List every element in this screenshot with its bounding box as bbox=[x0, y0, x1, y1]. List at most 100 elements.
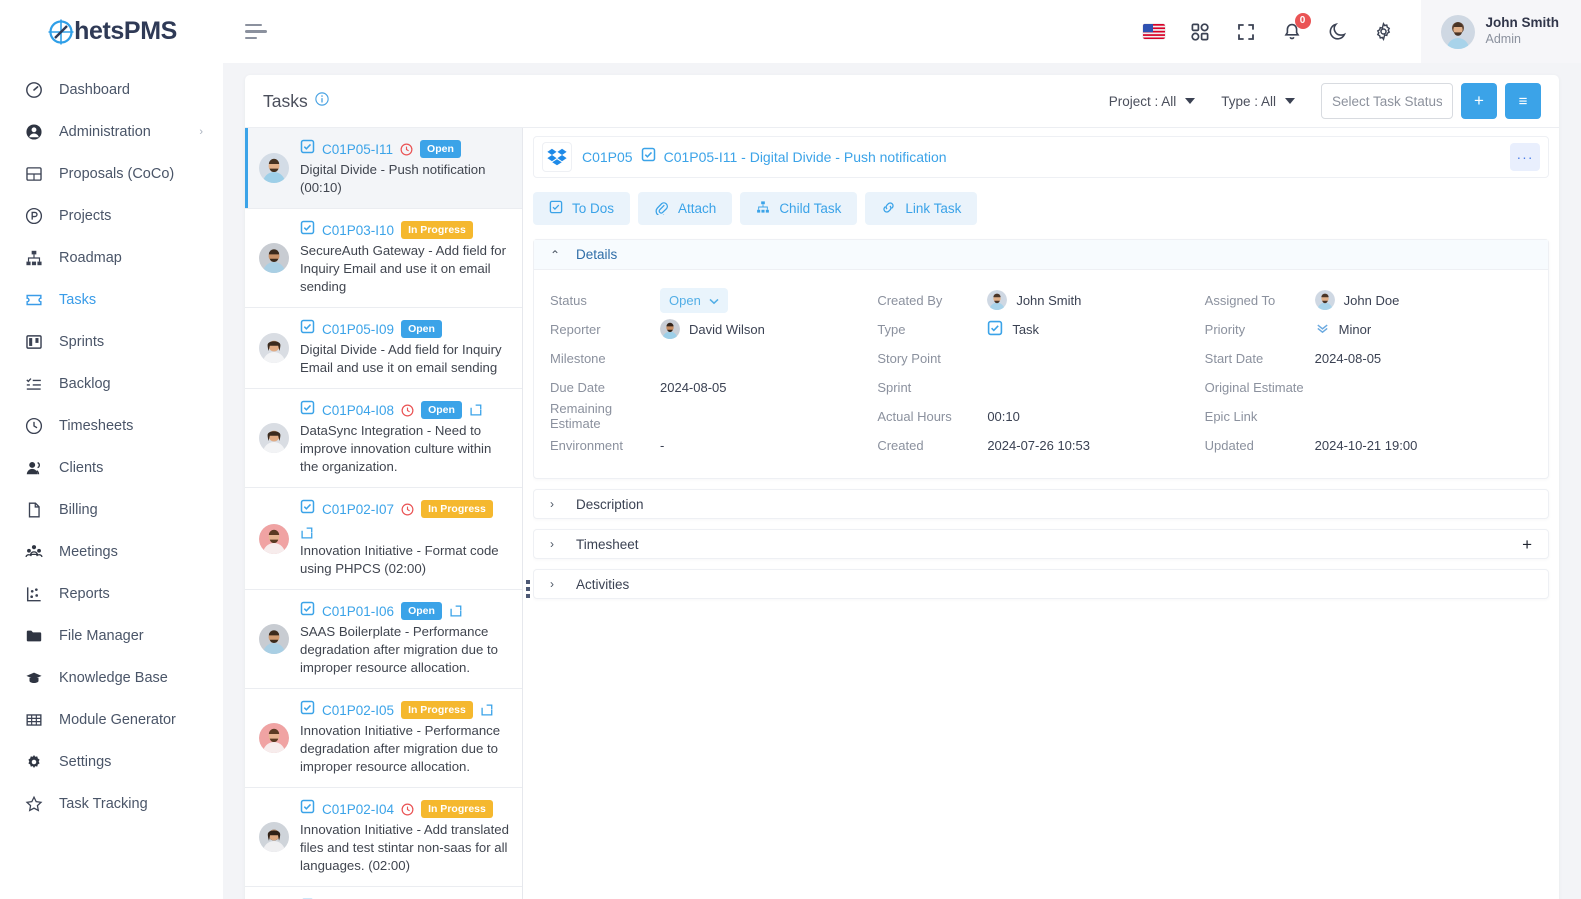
dark-mode-moon-icon[interactable] bbox=[1327, 21, 1349, 43]
task-detail-title[interactable]: C01P05-I11 - Digital Divide - Push notif… bbox=[664, 149, 947, 165]
app-root: hetsPMS Dashboard Administration › Propo… bbox=[0, 0, 1581, 899]
sidebar-item-dashboard[interactable]: Dashboard bbox=[0, 69, 223, 111]
sidebar-item-billing[interactable]: Billing bbox=[0, 489, 223, 531]
sidebar-item-timesheets[interactable]: Timesheets bbox=[0, 405, 223, 447]
details-panel-header[interactable]: ⌃ Details bbox=[534, 240, 1548, 270]
field-value: Minor bbox=[1315, 320, 1372, 338]
sidebar-item-tasks[interactable]: Tasks bbox=[0, 279, 223, 321]
task-key[interactable]: C01P02-I04 bbox=[322, 802, 394, 817]
field-value: John Doe bbox=[1314, 290, 1399, 310]
clock-icon bbox=[401, 404, 414, 417]
field-milestone: Milestone bbox=[550, 344, 877, 372]
sidebar-item-label: Reports bbox=[59, 586, 110, 602]
panel-splitter-handle[interactable] bbox=[523, 128, 533, 899]
avatar bbox=[660, 319, 680, 339]
sidebar-item-proposals[interactable]: Proposals (CoCo) bbox=[0, 153, 223, 195]
language-flag-us-icon[interactable] bbox=[1142, 21, 1165, 43]
brand-logo[interactable]: hetsPMS bbox=[0, 0, 223, 63]
task-list-item[interactable]: C01P04-I08 Open DataSync Integration - N… bbox=[245, 389, 522, 488]
task-key[interactable]: C01P02-I05 bbox=[322, 703, 394, 718]
task-list-item[interactable]: C01P02-I07 In Progress Innovation Initia… bbox=[245, 488, 522, 590]
sitemap-icon bbox=[24, 249, 43, 268]
field-label: Actual Hours bbox=[877, 408, 952, 424]
task-list-item[interactable]: C01P02-I04 In Progress Innovation Initia… bbox=[245, 788, 522, 887]
sidebar-item-settings[interactable]: Settings bbox=[0, 741, 223, 783]
field-label: Created bbox=[877, 437, 924, 453]
section-description[interactable]: › Description bbox=[533, 489, 1549, 519]
task-list[interactable]: C01P05-I11 Open Digital Divide - Push no… bbox=[245, 128, 523, 899]
folder-icon bbox=[24, 627, 43, 646]
task-list-item[interactable]: C01P05-I11 Open Digital Divide - Push no… bbox=[245, 128, 522, 209]
user-menu[interactable]: John Smith Admin bbox=[1420, 0, 1581, 63]
sidebar-item-backlog[interactable]: Backlog bbox=[0, 363, 223, 405]
field-environment: Environment - bbox=[550, 431, 877, 459]
task-title: Digital Divide - Push notification (00:1… bbox=[300, 162, 486, 195]
sidebar-item-sprints[interactable]: Sprints bbox=[0, 321, 223, 363]
task-key[interactable]: C01P05-I09 bbox=[322, 322, 394, 337]
settings-gear-icon[interactable] bbox=[1373, 21, 1395, 43]
external-link-icon[interactable] bbox=[449, 604, 463, 618]
sidebar-item-clients[interactable]: Clients bbox=[0, 447, 223, 489]
tab-link-task[interactable]: Link Task bbox=[865, 192, 978, 225]
field-label: Start Date bbox=[1204, 350, 1264, 366]
task-list-item[interactable]: C01P05-I09 Open Digital Divide - Add fie… bbox=[245, 308, 522, 389]
task-list-item[interactable]: C01P02-I05 In Progress Innovation Initia… bbox=[245, 689, 522, 788]
more-options-button[interactable]: ··· bbox=[1510, 143, 1540, 171]
task-key[interactable]: C01P05-I11 bbox=[322, 142, 393, 157]
sidebar-item-task-tracking[interactable]: Task Tracking bbox=[0, 783, 223, 825]
task-status-input[interactable] bbox=[1321, 83, 1453, 119]
status-dropdown[interactable]: Open bbox=[660, 287, 728, 313]
sidebar-item-knowledge-base[interactable]: Knowledge Base bbox=[0, 657, 223, 699]
chevron-down-icon bbox=[709, 293, 719, 308]
add-timesheet-button[interactable]: + bbox=[1522, 536, 1532, 553]
tab-attach[interactable]: Attach bbox=[638, 192, 733, 225]
info-icon[interactable] bbox=[315, 91, 329, 111]
project-key-link[interactable]: C01P05 bbox=[582, 149, 633, 165]
sidebar-item-file-manager[interactable]: File Manager bbox=[0, 615, 223, 657]
sidebar-item-projects[interactable]: Projects bbox=[0, 195, 223, 237]
fullscreen-icon[interactable] bbox=[1235, 21, 1257, 43]
external-link-icon[interactable] bbox=[480, 703, 494, 717]
apps-grid-icon[interactable] bbox=[1189, 21, 1211, 43]
task-list-item[interactable]: C01P01-I06 Open SAAS Boilerplate - Perfo… bbox=[245, 590, 522, 689]
sidebar-item-label: Clients bbox=[59, 460, 104, 476]
priority-value: Minor bbox=[1338, 321, 1372, 337]
drag-dots-icon bbox=[526, 579, 530, 598]
task-key[interactable]: C01P01-I06 bbox=[322, 604, 394, 619]
add-task-button[interactable]: + bbox=[1461, 83, 1497, 119]
status-badge: Open bbox=[421, 401, 462, 419]
task-key[interactable]: C01P03-I10 bbox=[322, 223, 394, 238]
sidebar-item-meetings[interactable]: Meetings bbox=[0, 531, 223, 573]
external-link-icon[interactable] bbox=[469, 403, 483, 417]
tab-child-task[interactable]: Child Task bbox=[740, 192, 858, 225]
task-checkbox-icon bbox=[300, 400, 315, 420]
task-key[interactable]: C01P04-I08 bbox=[322, 403, 394, 418]
tab-label: Link Task bbox=[905, 201, 962, 216]
sidebar-item-administration[interactable]: Administration › bbox=[0, 111, 223, 153]
external-link-icon[interactable] bbox=[300, 526, 314, 540]
sidebar-item-label: Sprints bbox=[59, 334, 105, 350]
avatar bbox=[259, 523, 289, 554]
task-key[interactable]: C01P02-I07 bbox=[322, 502, 394, 517]
section-timesheet[interactable]: › Timesheet + bbox=[533, 529, 1549, 559]
section-activities[interactable]: › Activities bbox=[533, 569, 1549, 599]
clock-icon bbox=[401, 803, 414, 816]
users-icon bbox=[24, 459, 43, 478]
hamburger-icon[interactable] bbox=[241, 17, 271, 47]
task-checkbox-icon bbox=[987, 320, 1003, 339]
sidebar-item-roadmap[interactable]: Roadmap bbox=[0, 237, 223, 279]
tab-to-dos[interactable]: To Dos bbox=[533, 192, 631, 225]
task-list-item[interactable]: C01P04-I03 Open DataSync Integration - A… bbox=[245, 887, 522, 899]
p-circle-icon bbox=[24, 207, 43, 226]
avatar bbox=[259, 333, 289, 363]
task-action-tabs: To Dos Attach Child Task Link Task bbox=[533, 192, 1549, 225]
task-list-item[interactable]: C01P03-I10 In Progress SecureAuth Gatewa… bbox=[245, 209, 522, 308]
type-filter[interactable]: Type : All bbox=[1221, 94, 1295, 109]
field-label: Created By bbox=[877, 292, 943, 308]
notification-bell-icon[interactable]: 0 bbox=[1281, 12, 1311, 43]
field-label: Priority bbox=[1204, 321, 1246, 337]
sidebar-item-reports[interactable]: Reports bbox=[0, 573, 223, 615]
project-filter[interactable]: Project : All bbox=[1109, 94, 1196, 109]
sidebar-item-module-generator[interactable]: Module Generator bbox=[0, 699, 223, 741]
view-options-button[interactable]: ≡ bbox=[1505, 83, 1541, 119]
